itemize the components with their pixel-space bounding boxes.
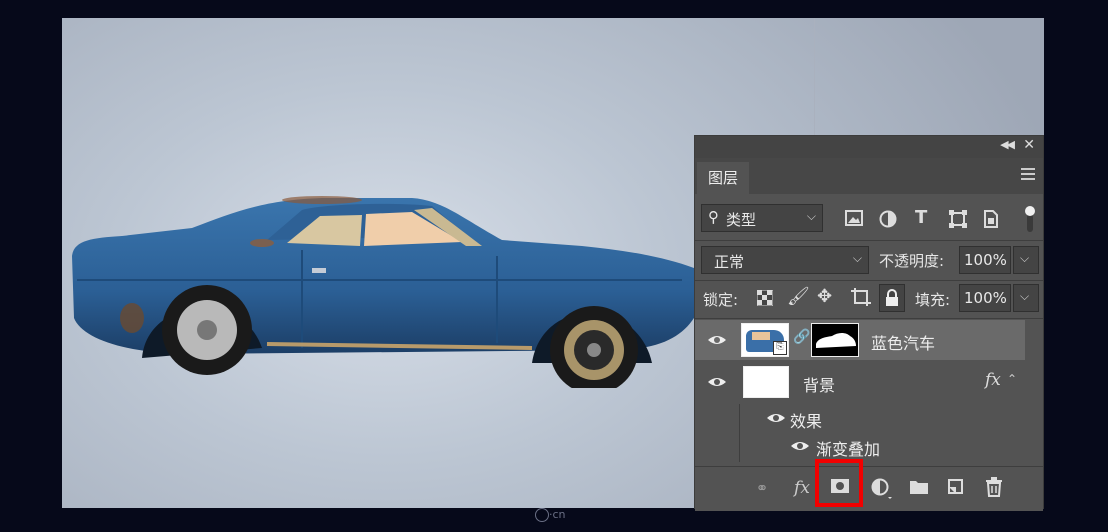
panel-top-bar: ◀◀ ✕ (695, 136, 1043, 158)
shape-filter-icon[interactable] (949, 210, 967, 228)
add-layer-style-button[interactable]: fx (791, 477, 813, 499)
opacity-value: 100% (964, 251, 1007, 269)
search-icon: ⚲ (708, 208, 719, 226)
panel-tab-row: 图层 (695, 158, 1043, 194)
smart-object-filter-icon[interactable] (983, 209, 999, 229)
move-icon[interactable]: ✥ (817, 286, 832, 307)
lock-all-button[interactable] (879, 284, 905, 312)
panel-menu-icon[interactable] (1021, 168, 1035, 180)
new-layer-icon[interactable] (947, 478, 965, 496)
smart-object-badge-icon: ⎘ (773, 341, 787, 355)
fill-input[interactable]: 100% (959, 284, 1011, 312)
opacity-input[interactable]: 100% (959, 246, 1011, 274)
brush-icon[interactable]: 🖌 (787, 286, 810, 307)
filter-row: ⚲ 类型 ⌵ T (695, 202, 1043, 236)
image-filter-icon[interactable] (845, 210, 863, 226)
divider (695, 280, 1043, 281)
lock-icon (886, 289, 898, 306)
adjustment-filter-icon[interactable] (879, 210, 897, 228)
folder-icon[interactable] (909, 479, 929, 495)
layer-effects-badge[interactable]: fx (985, 370, 1001, 390)
fill-label: 填充: (915, 291, 951, 309)
artboard-icon[interactable] (851, 288, 871, 306)
layer-row-blue-car[interactable]: ⎘ 🔗 蓝色汽车 (695, 320, 1025, 360)
layers-bottom-toolbar: ⚭ fx (695, 466, 1043, 511)
watermark: ·cn (535, 508, 566, 522)
blend-mode-label: 正常 (714, 253, 745, 271)
type-filter-icon[interactable]: T (915, 207, 927, 228)
lock-transparent-pixels-icon[interactable] (757, 290, 773, 306)
layer-thumbnail[interactable]: ⎘ (741, 323, 789, 357)
layers-panel: ◀◀ ✕ 图层 ⚲ 类型 ⌵ T 正常 ⌵ 不透明度: 100% ⌵ 锁定: 🖌… (694, 135, 1044, 511)
filter-kind-select[interactable]: ⚲ 类型 ⌵ (701, 204, 823, 232)
layer-name[interactable]: 背景 (803, 372, 835, 396)
adjustment-layer-icon[interactable] (871, 478, 893, 500)
layer-mask-thumbnail[interactable] (811, 323, 859, 357)
watermark-text: ·cn (549, 508, 566, 521)
chevron-down-icon: ⌵ (852, 251, 862, 265)
visibility-eye-icon[interactable] (766, 412, 786, 424)
effects-row[interactable]: 效果 (739, 404, 1026, 432)
layer-name[interactable]: 蓝色汽车 (871, 330, 935, 354)
watermark-logo-icon (535, 508, 549, 522)
chevron-down-icon: ⌵ (1020, 289, 1030, 303)
filter-kind-label: 类型 (726, 211, 757, 229)
gradient-overlay-label: 渐变叠加 (816, 440, 881, 459)
tab-layers[interactable]: 图层 (697, 162, 749, 194)
opacity-label: 不透明度: (879, 252, 945, 270)
visibility-eye-icon[interactable] (707, 376, 727, 388)
lock-label: 锁定: (703, 291, 739, 309)
layer-row-background[interactable]: 背景 fx ⌃ (695, 362, 1025, 402)
blue-car-image (72, 196, 694, 388)
visibility-eye-icon[interactable] (707, 334, 727, 346)
opacity-dropdown[interactable]: ⌵ (1013, 246, 1039, 274)
fill-dropdown[interactable]: ⌵ (1013, 284, 1039, 312)
guide-line (814, 18, 815, 136)
filter-toggle[interactable] (1025, 206, 1035, 232)
link-layers-icon[interactable]: ⚭ (751, 477, 773, 499)
layer-thumbnail[interactable] (743, 366, 789, 398)
fill-value: 100% (964, 289, 1007, 307)
chevron-down-icon: ⌵ (1020, 251, 1030, 265)
trash-icon[interactable] (985, 477, 1003, 497)
gradient-overlay-row[interactable]: 渐变叠加 (739, 432, 1026, 462)
chevron-up-icon[interactable]: ⌃ (1007, 372, 1017, 386)
visibility-eye-icon[interactable] (790, 440, 810, 452)
car-mask-shape (816, 333, 856, 348)
effects-label: 效果 (790, 412, 823, 431)
highlight-box (815, 459, 863, 507)
blend-mode-select[interactable]: 正常 ⌵ (701, 246, 869, 274)
chevron-down-icon: ⌵ (806, 209, 816, 223)
close-icon[interactable]: ✕ (1023, 137, 1035, 153)
divider (695, 240, 1043, 241)
mask-link-icon[interactable]: 🔗 (793, 329, 810, 345)
collapse-icon[interactable]: ◀◀ (1000, 138, 1015, 151)
divider (695, 318, 1043, 319)
